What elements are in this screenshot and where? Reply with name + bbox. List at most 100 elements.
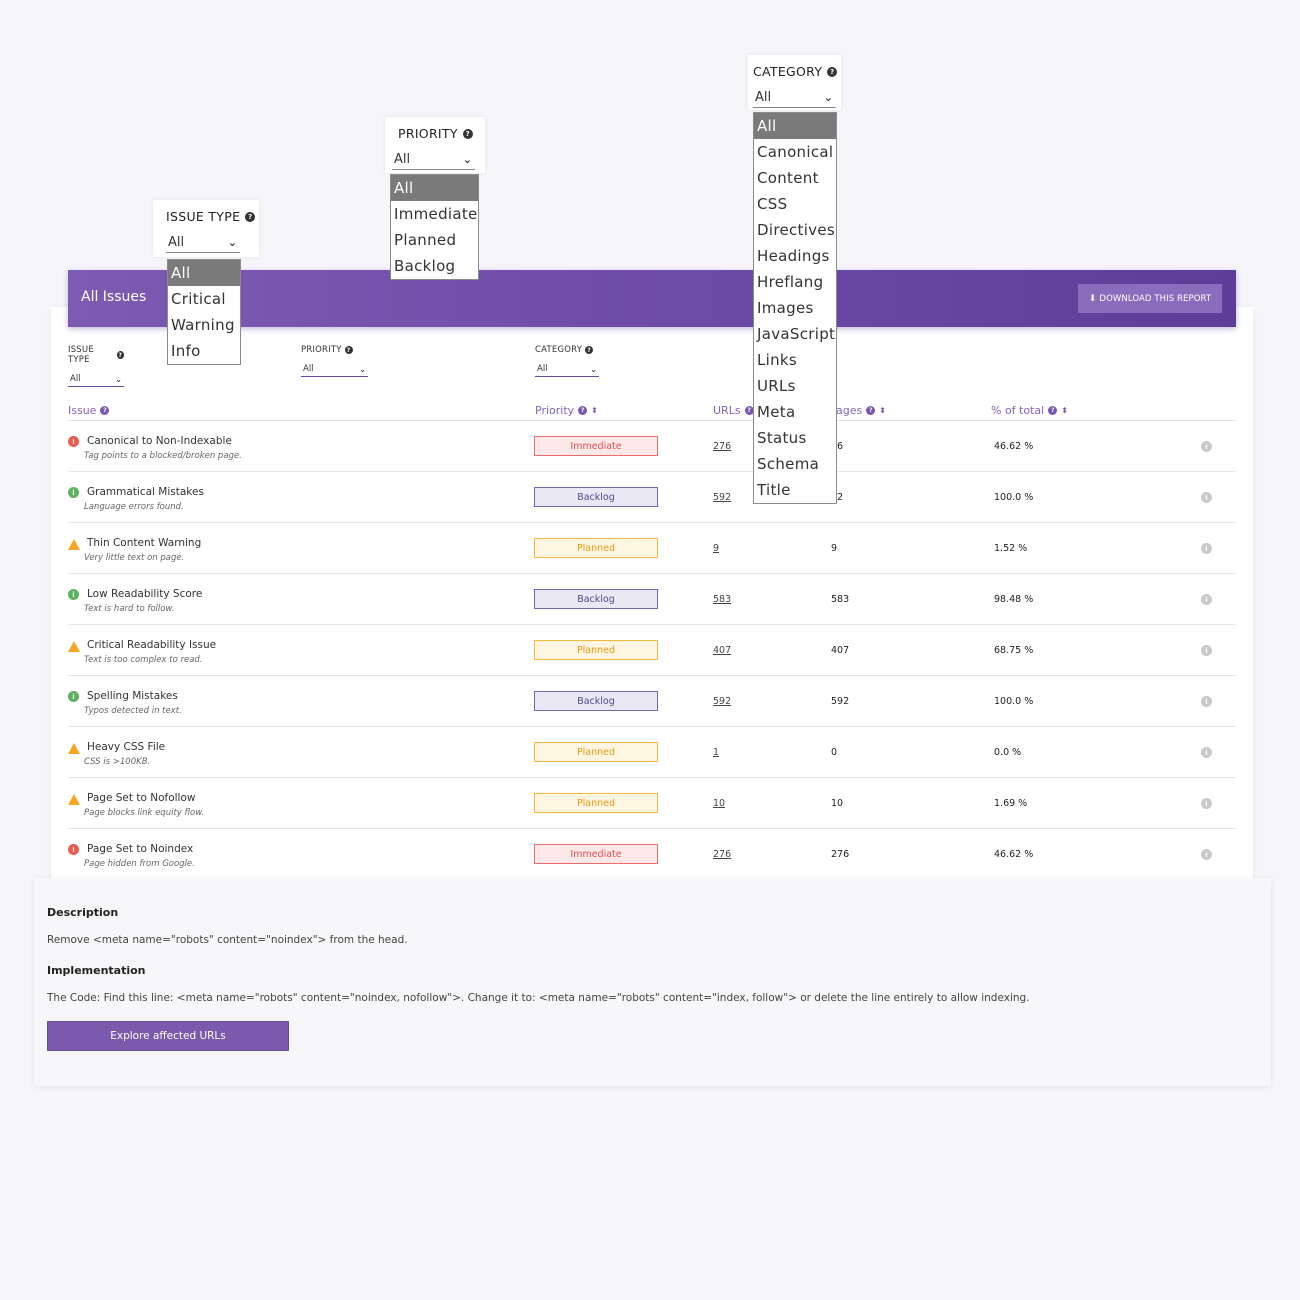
issue-type-select[interactable]: All ⌄ [68, 374, 124, 387]
table-row[interactable]: Critical Readability Issue Text is too co… [68, 625, 1236, 676]
help-icon[interactable]: ? [462, 128, 473, 139]
priority-badge: Immediate [534, 436, 658, 456]
table-row[interactable]: Heavy CSS File CSS is >100KB. Planned 1 0 0.0… [68, 727, 1236, 778]
urls-count-link[interactable]: 407 [713, 645, 731, 656]
urls-count-link[interactable]: 276 [713, 441, 731, 452]
issue-name[interactable]: Grammatical Mistakes [87, 486, 204, 498]
issue-name[interactable]: Page Set to Noindex [87, 843, 193, 855]
sort-icon[interactable]: ⬍ [1061, 406, 1068, 415]
column-header-percent-total[interactable]: % of total? ⬍ [991, 404, 1068, 417]
category-select[interactable]: All ⌄ [535, 364, 599, 377]
issue-type-option-info[interactable]: Info [168, 338, 240, 364]
category-option-all[interactable]: All [754, 113, 836, 139]
info-icon[interactable]: i [1201, 747, 1212, 758]
table-row[interactable]: ! Canonical to Non-Indexable Tag points to… [68, 421, 1236, 472]
table-row[interactable]: i Low Readability Score Text is hard to fo… [68, 574, 1236, 625]
category-option-directives[interactable]: Directives [754, 217, 836, 243]
help-icon[interactable]: ? [1048, 406, 1058, 415]
category-option-urls[interactable]: URLs [754, 373, 836, 399]
category-widget-label: CATEGORY [753, 64, 823, 79]
urls-count-link[interactable]: 583 [713, 594, 731, 605]
priority-option-all[interactable]: All [391, 175, 478, 201]
chevron-down-icon: ⌄ [462, 153, 472, 166]
category-option-title[interactable]: Title [754, 477, 836, 503]
table-row[interactable]: ! Page Set to Noindex Page hidden from Goo… [68, 829, 1236, 880]
priority-select[interactable]: All ⌄ [301, 364, 368, 377]
info-icon[interactable]: i [1201, 543, 1212, 554]
priority-option-immediate[interactable]: Immediate [391, 201, 478, 227]
issue-details-panel: Description Remove <meta name="robots" c… [34, 878, 1271, 1086]
category-option-javascript[interactable]: JavaScript [754, 321, 836, 347]
category-option-images[interactable]: Images [754, 295, 836, 321]
help-icon[interactable]: ? [866, 406, 876, 415]
priority-option-planned[interactable]: Planned [391, 227, 478, 253]
help-icon[interactable]: ? [245, 211, 256, 222]
info-icon[interactable]: i [1201, 645, 1212, 656]
pages-count: 276 [831, 849, 850, 860]
table-row[interactable]: Page Set to Nofollow Page blocks link equ… [68, 778, 1236, 829]
urls-count-link[interactable]: 9 [713, 543, 719, 554]
info-icon[interactable]: i [1201, 441, 1212, 452]
column-header-priority-label: Priority [535, 404, 575, 417]
issue-description: Typos detected in text. [84, 706, 182, 716]
category-option-css[interactable]: CSS [754, 191, 836, 217]
issue-name[interactable]: Low Readability Score [87, 588, 202, 600]
category-option-meta[interactable]: Meta [754, 399, 836, 425]
issue-type-widget-select[interactable]: All ⌄ [166, 235, 240, 253]
urls-count-link[interactable]: 276 [713, 849, 731, 860]
help-icon[interactable]: ? [116, 351, 124, 359]
column-header-urls[interactable]: URLs? [713, 404, 754, 417]
category-widget-value: All [755, 90, 772, 105]
issue-name[interactable]: Heavy CSS File [87, 741, 165, 753]
help-icon[interactable]: ? [578, 406, 588, 415]
category-option-schema[interactable]: Schema [754, 451, 836, 477]
priority-badge: Planned [534, 793, 658, 813]
sort-icon[interactable]: ⬍ [879, 406, 886, 415]
info-icon[interactable]: i [1201, 798, 1212, 809]
percent-of-total: 1.52 % [994, 543, 1028, 554]
priority-badge: Planned [534, 538, 658, 558]
issue-name[interactable]: Thin Content Warning [87, 537, 201, 549]
issue-name[interactable]: Canonical to Non-Indexable [87, 435, 232, 447]
info-icon[interactable]: i [1201, 594, 1212, 605]
column-header-pages[interactable]: ages? ⬍ [836, 404, 886, 417]
help-icon[interactable]: ? [100, 406, 110, 415]
urls-count-link[interactable]: 592 [713, 492, 731, 503]
info-icon[interactable]: i [1201, 696, 1212, 707]
category-option-links[interactable]: Links [754, 347, 836, 373]
issue-description: Text is hard to follow. [84, 604, 175, 614]
category-option-canonical[interactable]: Canonical [754, 139, 836, 165]
priority-widget-select[interactable]: All ⌄ [392, 152, 475, 170]
issue-type-option-critical[interactable]: Critical [168, 286, 240, 312]
category-option-headings[interactable]: Headings [754, 243, 836, 269]
column-header-issue-label: Issue [68, 404, 97, 417]
issue-name[interactable]: Page Set to Nofollow [87, 792, 195, 804]
priority-option-backlog[interactable]: Backlog [391, 253, 478, 279]
urls-count-link[interactable]: 1 [713, 747, 719, 758]
table-row[interactable]: i Spelling Mistakes Typos detected in text… [68, 676, 1236, 727]
info-icon[interactable]: i [1201, 492, 1212, 503]
category-option-status[interactable]: Status [754, 425, 836, 451]
help-icon[interactable]: ? [344, 346, 353, 354]
table-row[interactable]: Thin Content Warning Very little text on … [68, 523, 1236, 574]
urls-count-link[interactable]: 10 [713, 798, 725, 809]
help-icon[interactable]: ? [585, 346, 594, 354]
help-icon[interactable]: ? [827, 66, 838, 77]
category-option-content[interactable]: Content [754, 165, 836, 191]
info-icon[interactable]: i [1201, 849, 1212, 860]
download-report-button[interactable]: ⬇ DOWNLOAD THIS REPORT [1078, 284, 1222, 313]
sort-icon[interactable]: ⬍ [591, 406, 598, 415]
urls-count-link[interactable]: 592 [713, 696, 731, 707]
issue-name[interactable]: Spelling Mistakes [87, 690, 178, 702]
explore-affected-urls-button[interactable]: Explore affected URLs [47, 1021, 289, 1051]
issue-type-option-all[interactable]: All [168, 260, 240, 286]
issue-type-widget-value: All [168, 235, 185, 250]
category-widget-select[interactable]: All ⌄ [753, 90, 836, 108]
issue-name[interactable]: Critical Readability Issue [87, 639, 216, 651]
chevron-down-icon: ⌄ [590, 364, 597, 374]
column-header-issue[interactable]: Issue? [68, 404, 110, 417]
column-header-priority[interactable]: Priority? ⬍ [535, 404, 598, 417]
issue-type-option-warning[interactable]: Warning [168, 312, 240, 338]
table-row[interactable]: i Grammatical Mistakes Language errors fou… [68, 472, 1236, 523]
category-option-hreflang[interactable]: Hreflang [754, 269, 836, 295]
